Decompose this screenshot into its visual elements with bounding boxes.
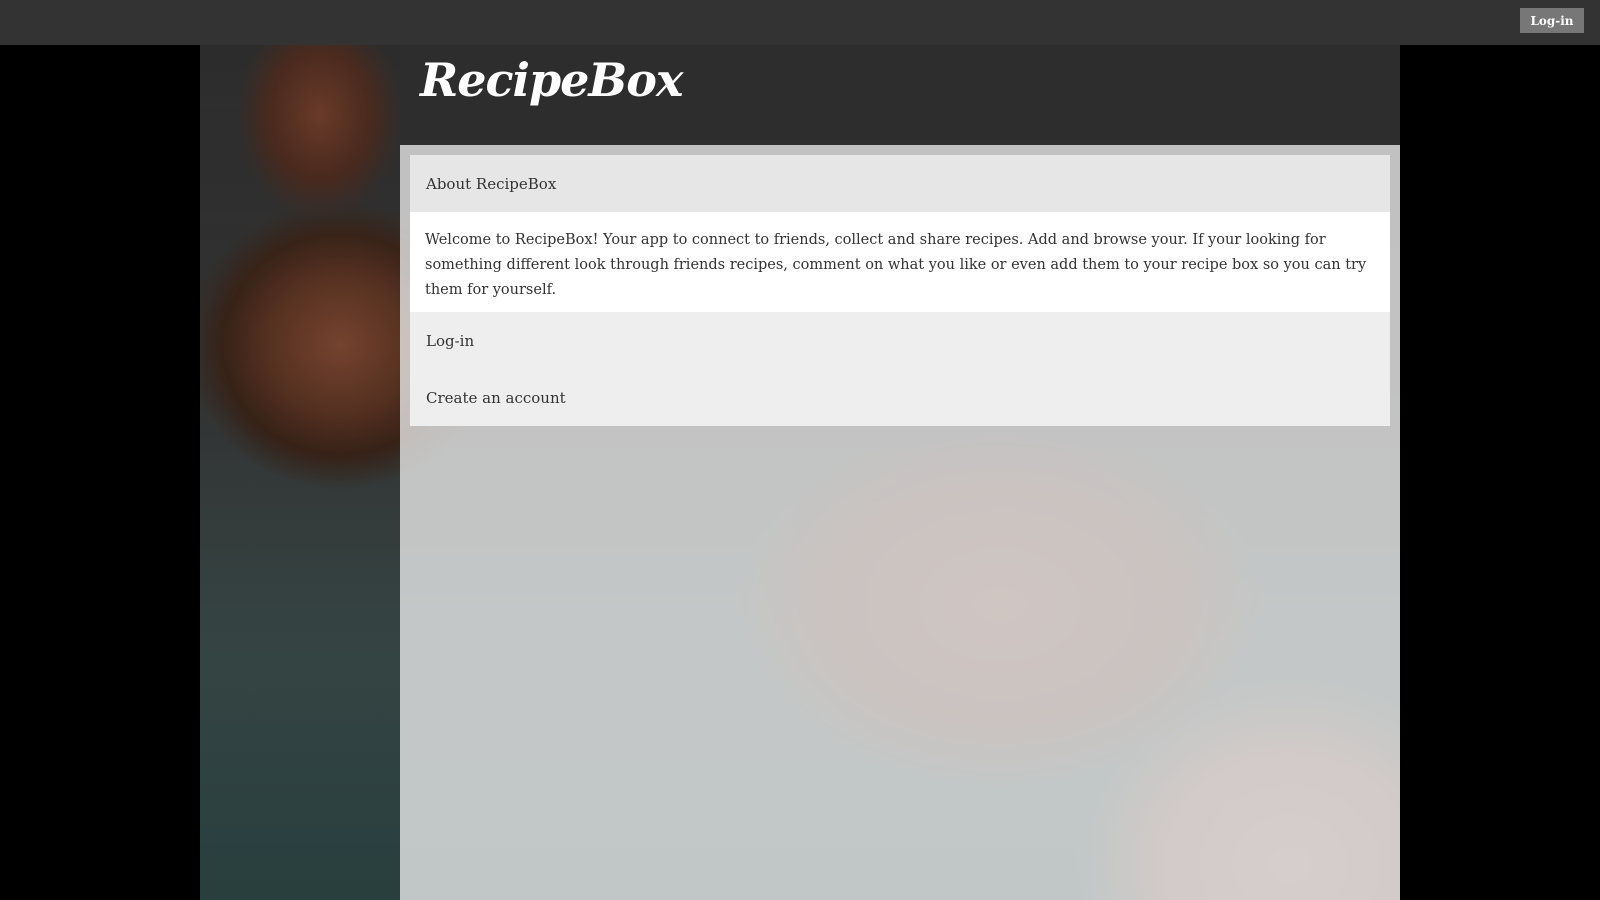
create-account-link[interactable]: Create an account bbox=[410, 369, 1390, 426]
login-link[interactable]: Log-in bbox=[410, 312, 1390, 369]
site-header: RecipeBox bbox=[400, 45, 1400, 145]
top-navbar: Log-in bbox=[0, 0, 1600, 45]
about-panel: About RecipeBox Welcome to RecipeBox! Yo… bbox=[410, 155, 1390, 426]
about-heading: About RecipeBox bbox=[410, 155, 1390, 212]
login-button[interactable]: Log-in bbox=[1520, 8, 1584, 33]
about-body: Welcome to RecipeBox! Your app to connec… bbox=[410, 212, 1390, 312]
main-column: RecipeBox About RecipeBox Welcome to Rec… bbox=[400, 45, 1400, 900]
site-logo[interactable]: RecipeBox bbox=[420, 53, 683, 107]
background-shade bbox=[200, 45, 400, 900]
